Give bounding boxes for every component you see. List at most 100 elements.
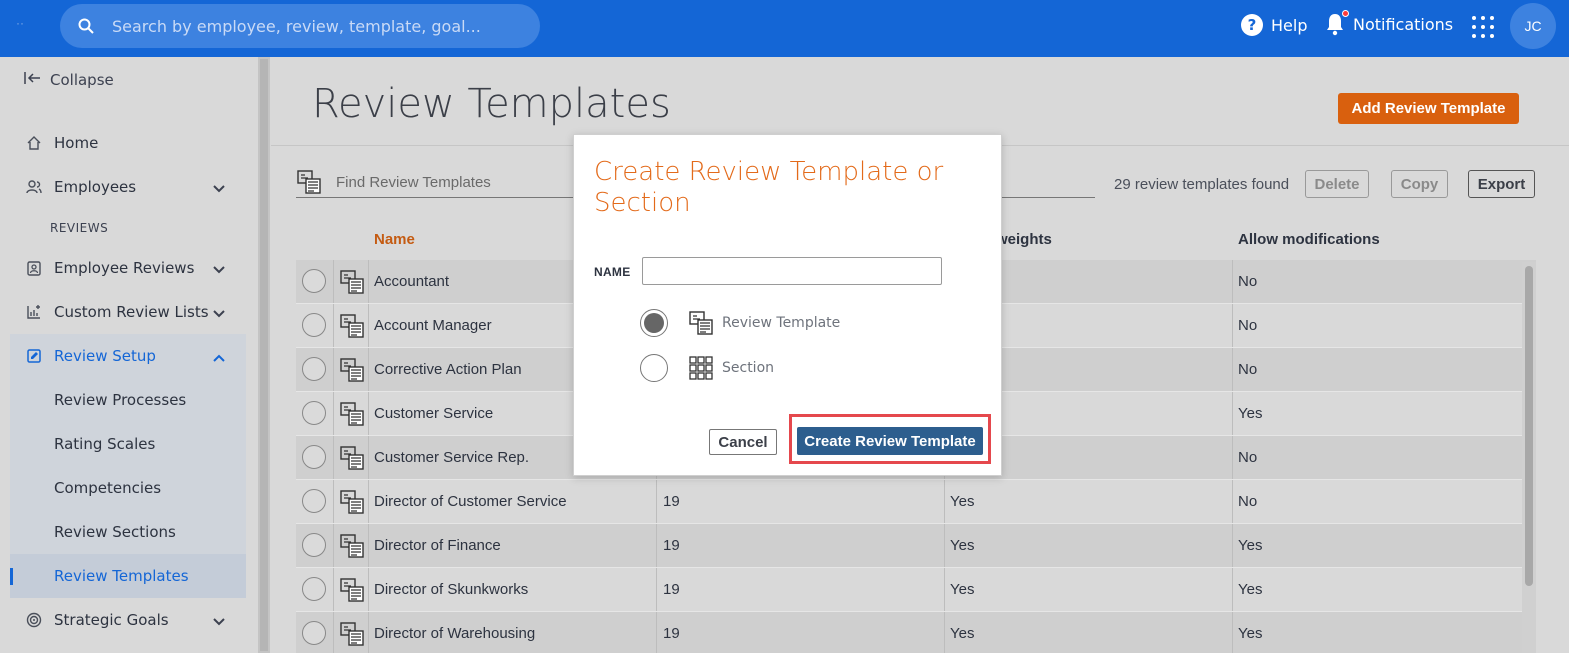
sidebar-scrollbar[interactable] — [258, 57, 270, 653]
review-template-icon — [339, 269, 365, 295]
chevron-up-icon[interactable] — [212, 349, 226, 367]
row-select-radio[interactable] — [302, 621, 326, 645]
cell-allow-modifications: No — [1238, 273, 1258, 290]
cell-name[interactable]: Director of Skunkworks — [374, 581, 528, 598]
sidebar-subitem-review-sections[interactable]: Review Sections — [10, 510, 246, 554]
cell-divider — [1232, 348, 1233, 391]
cell-divider — [1232, 524, 1233, 567]
row-select-radio[interactable] — [302, 577, 326, 601]
sidebar-subitem-review-templates[interactable]: Review Templates — [10, 554, 246, 598]
chevron-down-icon[interactable] — [212, 261, 226, 279]
table-scrollbar[interactable] — [1522, 262, 1536, 653]
chevron-down-icon[interactable] — [212, 305, 226, 323]
cell-divider — [944, 480, 945, 523]
cell-divider — [368, 436, 369, 479]
cell-divider — [368, 304, 369, 347]
chevron-down-icon[interactable] — [212, 613, 226, 631]
cell-name[interactable]: Customer Service Rep. — [374, 449, 529, 466]
cell-name[interactable]: Director of Customer Service — [374, 493, 567, 510]
radio-review-template[interactable] — [640, 309, 668, 337]
option-section[interactable]: Section — [640, 353, 774, 383]
delete-button[interactable]: Delete — [1305, 170, 1369, 198]
cell-divider — [333, 392, 334, 435]
target-icon — [26, 612, 42, 628]
sidebar-subitem-competencies[interactable]: Competencies — [10, 466, 246, 510]
collapse-label: Collapse — [50, 71, 114, 89]
sidebar-subitem-review-processes[interactable]: Review Processes — [10, 378, 246, 422]
section-label-reviews: REVIEWS — [50, 221, 109, 235]
cell-name[interactable]: Accountant — [374, 273, 449, 290]
search-input[interactable] — [112, 16, 512, 36]
row-select-radio[interactable] — [302, 445, 326, 469]
badge-icon — [26, 260, 42, 276]
table-row[interactable]: Director of Finance 19 Yes Yes — [296, 524, 1536, 568]
sidebar-item-custom-review-lists[interactable]: Custom Review Lists — [10, 290, 246, 334]
sidebar-item-employees[interactable]: Employees — [10, 165, 246, 209]
cell-divider — [1232, 480, 1233, 523]
copy-button[interactable]: Copy — [1391, 170, 1448, 198]
row-select-radio[interactable] — [302, 357, 326, 381]
cell-name[interactable]: Corrective Action Plan — [374, 361, 522, 378]
cell-divider — [333, 612, 334, 653]
cell-allow-modifications: No — [1238, 449, 1258, 466]
cell-divider — [944, 524, 945, 567]
cell-divider — [333, 568, 334, 611]
row-select-radio[interactable] — [302, 533, 326, 557]
global-search[interactable] — [60, 4, 540, 48]
row-select-radio[interactable] — [302, 313, 326, 337]
sidebar-item-strategic-goals[interactable]: Strategic Goals — [10, 598, 246, 642]
help-link[interactable]: ? Help — [1241, 14, 1307, 36]
sidebar-scroll-thumb[interactable] — [260, 59, 268, 651]
column-header-weights[interactable]: weights — [996, 231, 1052, 248]
export-button[interactable]: Export — [1468, 170, 1535, 198]
radio-section[interactable] — [640, 354, 668, 382]
cell-allow-modifications: Yes — [1238, 405, 1263, 422]
cell-name[interactable]: Director of Warehousing — [374, 625, 535, 642]
cell-name[interactable]: Director of Finance — [374, 537, 501, 554]
avatar[interactable]: JC — [1510, 3, 1556, 49]
table-row[interactable]: Director of Customer Service 19 Yes No — [296, 480, 1536, 524]
cell-divider — [944, 612, 945, 653]
column-header-name[interactable]: Name — [374, 231, 415, 248]
dialog-title: Create Review Template or Section — [594, 157, 944, 218]
collapse-button[interactable]: Collapse — [24, 71, 114, 89]
sidebar-item-label: Employees — [54, 178, 137, 196]
chevron-down-icon[interactable] — [212, 180, 226, 198]
table-row[interactable]: Director of Warehousing 19 Yes Yes — [296, 612, 1536, 653]
row-select-radio[interactable] — [302, 401, 326, 425]
cell-col3: Yes — [950, 581, 975, 598]
cell-col3: Yes — [950, 625, 975, 642]
notifications-link[interactable]: Notifications — [1325, 10, 1453, 36]
name-input[interactable] — [642, 257, 942, 285]
results-count: 29 review templates found — [1114, 176, 1290, 193]
table-row[interactable]: Director of Skunkworks 19 Yes Yes — [296, 568, 1536, 612]
sidebar-item-employee-reviews[interactable]: Employee Reviews — [10, 246, 246, 290]
cell-name[interactable]: Customer Service — [374, 405, 493, 422]
option-review-template[interactable]: Review Template — [640, 308, 840, 338]
apps-grid-icon[interactable] — [1472, 16, 1494, 38]
sidebar-subitem-rating-scales[interactable]: Rating Scales — [10, 422, 246, 466]
cell-name[interactable]: Account Manager — [374, 317, 492, 334]
cell-divider — [1232, 436, 1233, 479]
cancel-button[interactable]: Cancel — [709, 429, 777, 455]
edit-document-icon — [26, 348, 42, 364]
column-header-allow-modifications[interactable]: Allow modifications — [1238, 231, 1380, 248]
cell-allow-modifications: No — [1238, 493, 1258, 510]
sidebar-item-review-setup[interactable]: Review Setup — [10, 334, 246, 378]
add-review-template-button[interactable]: Add Review Template — [1338, 93, 1519, 124]
review-template-icon — [339, 357, 365, 383]
cell-col2: 19 — [663, 537, 680, 554]
sidebar-item-label: Home — [54, 134, 99, 152]
people-icon — [26, 179, 42, 195]
sidebar-item-label: Employee Reviews — [54, 259, 195, 277]
row-select-radio[interactable] — [302, 489, 326, 513]
cell-allow-modifications: No — [1238, 317, 1258, 334]
create-review-template-button[interactable]: Create Review Template — [797, 427, 983, 455]
table-scroll-thumb[interactable] — [1525, 266, 1533, 586]
sidebar-item-home[interactable]: Home — [10, 121, 246, 165]
row-select-radio[interactable] — [302, 269, 326, 293]
option-label: Section — [722, 360, 775, 376]
section-grid-icon — [688, 355, 714, 381]
cell-allow-modifications: Yes — [1238, 581, 1263, 598]
search-icon — [60, 18, 112, 34]
